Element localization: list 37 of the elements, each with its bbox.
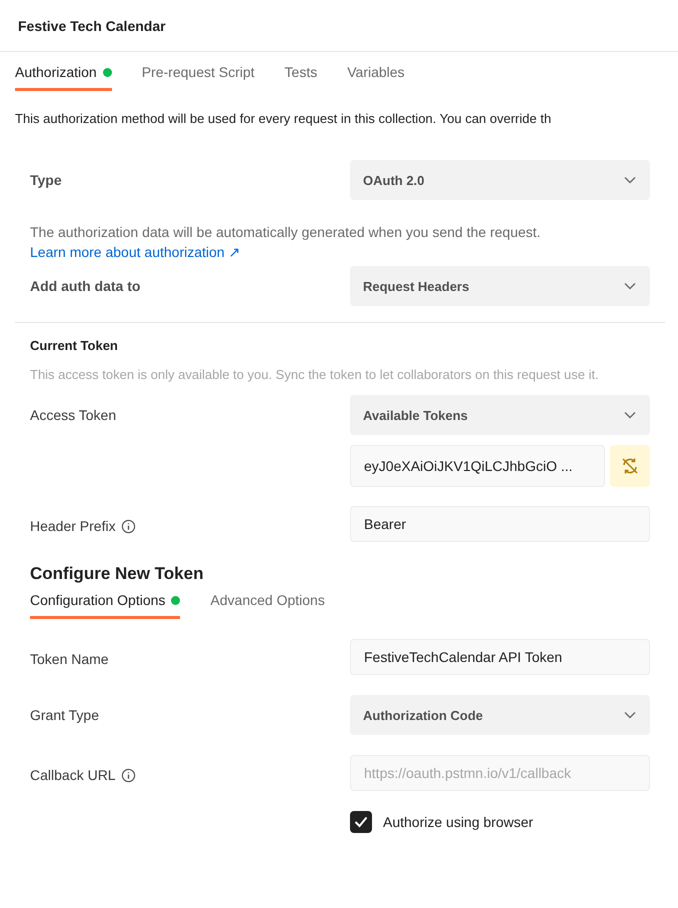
- chevron-down-icon: [624, 282, 636, 290]
- field-label: Callback URL: [30, 767, 116, 783]
- checkbox[interactable]: [350, 811, 372, 833]
- section-note: This access token is only available to you. Sync the token to let collaborators on this request use it.: [30, 367, 600, 383]
- field-label: Type: [30, 171, 62, 188]
- tab[interactable]: Configuration Options: [30, 588, 180, 619]
- dropdown[interactable]: Authorization Code: [350, 695, 650, 735]
- check-icon: [354, 816, 368, 828]
- sync-off-icon: [620, 456, 640, 476]
- chevron-down-icon: [624, 176, 636, 184]
- tab[interactable]: Authorization: [15, 60, 112, 91]
- dropdown[interactable]: Available Tokens: [350, 395, 650, 435]
- field-label: Token Name: [30, 650, 109, 667]
- input-field[interactable]: https://oauth.pstmn.io/v1/callback: [350, 755, 650, 791]
- tab[interactable]: Pre-request Script: [142, 60, 255, 91]
- learn-more-link[interactable]: Learn more about authorization ↗: [30, 244, 240, 261]
- tab[interactable]: Variables: [347, 60, 405, 91]
- field-label: Grant Type: [30, 706, 100, 723]
- input-field[interactable]: Bearer: [350, 506, 650, 542]
- field-label: Access Token: [30, 406, 116, 423]
- section-heading: Configure New Token: [30, 564, 204, 584]
- sync-button[interactable]: [610, 445, 650, 487]
- chevron-down-icon: [624, 411, 636, 419]
- token-field[interactable]: eyJ0eXAiOiJKV1QiLCJhbGciO ...: [350, 445, 605, 487]
- tab[interactable]: Advanced Options: [210, 588, 325, 619]
- collection-title: Festive Tech Calendar: [18, 18, 166, 34]
- info-text: The authorization data will be automatically generated when you send the request.: [30, 224, 542, 240]
- chevron-down-icon: [624, 711, 636, 719]
- dropdown[interactable]: OAuth 2.0: [350, 160, 650, 200]
- field-label: Add auth data to: [30, 277, 140, 294]
- field-label: Header Prefix: [30, 518, 116, 534]
- section-heading: Current Token: [30, 338, 119, 353]
- description-text: This authorization method will be used for every request in this collection. You can override th: [14, 111, 552, 126]
- tab[interactable]: Tests: [284, 60, 318, 91]
- input-field[interactable]: FestiveTechCalendar API Token: [350, 639, 650, 675]
- checkbox-label: Authorize using browser: [383, 814, 534, 830]
- dropdown[interactable]: Request Headers: [350, 266, 650, 306]
